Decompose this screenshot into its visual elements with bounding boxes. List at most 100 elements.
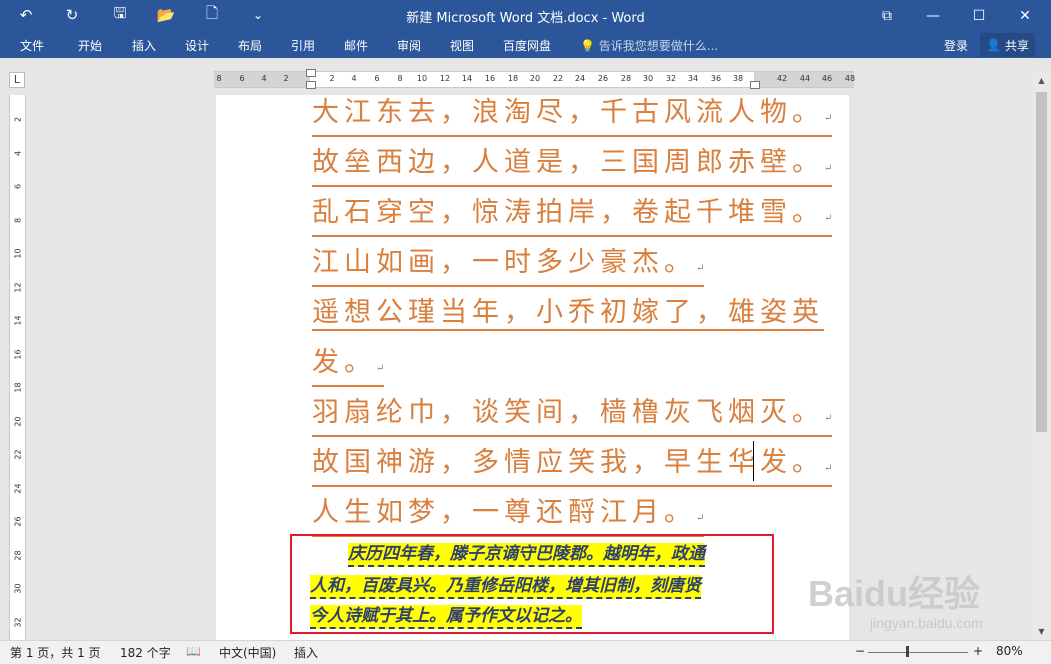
- share-button[interactable]: 👤 共享: [980, 33, 1035, 57]
- vertical-ruler-tick-label: 2: [13, 116, 23, 123]
- ruler-tick-label: 10: [416, 74, 428, 83]
- vertical-ruler-tick-label: 22: [13, 449, 23, 460]
- vertical-ruler-tick-label: 32: [13, 616, 23, 628]
- poem-line[interactable]: 大江东去，浪淘尽，千古风流人物。↵: [312, 98, 833, 137]
- ruler-tick-label: 42: [776, 74, 788, 83]
- person-icon: 👤: [986, 38, 1001, 52]
- ribbon-display-options-icon[interactable]: ⧉: [864, 0, 910, 32]
- tell-me-search[interactable]: 💡 告诉我您想要做什么...: [580, 37, 718, 54]
- tab-design[interactable]: 设计: [185, 37, 209, 54]
- ruler-tick-label: 12: [439, 74, 451, 83]
- zoom-in-button[interactable]: +: [973, 644, 983, 658]
- title-bar: ↶ ↻ 🖫 📂 🗋 ⌄ 新建 Microsoft Word 文档.docx - …: [0, 0, 1051, 32]
- ruler-tick-label: 14: [461, 74, 473, 83]
- ruler-tick-label: 6: [374, 74, 380, 83]
- ruler-tick-label: 8: [397, 74, 403, 83]
- vertical-ruler-tick-label: 26: [13, 516, 23, 527]
- tell-me-placeholder: 告诉我您想要做什么...: [598, 39, 719, 53]
- tab-view[interactable]: 视图: [450, 37, 474, 54]
- text-cursor: [753, 441, 754, 481]
- page-count[interactable]: 第 1 页，共 1 页: [10, 644, 101, 661]
- poem-line[interactable]: 故国神游，多情应笑我，早生华发。↵: [312, 448, 833, 487]
- ruler-tick-label: 4: [261, 74, 267, 83]
- tab-layout[interactable]: 布局: [238, 37, 262, 54]
- vertical-ruler-tick-label: 20: [13, 415, 23, 427]
- ruler-tick-label: 38: [732, 74, 744, 83]
- ruler-tick-label: 26: [597, 74, 609, 83]
- ruler-tick-label: 4: [351, 74, 357, 83]
- ruler-tick-label: 6: [239, 74, 245, 83]
- vertical-ruler-tick-label: 6: [13, 183, 23, 190]
- ruler-tick-label: 8: [216, 74, 222, 83]
- vertical-ruler[interactable]: 2 4 6 8 10 12 14 16 18 20 22 24 26 28 30 32: [9, 95, 26, 640]
- zoom-out-button[interactable]: −: [855, 644, 865, 658]
- ruler-tick-label: 46: [821, 74, 833, 83]
- poem-line[interactable]: 江山如画，一时多少豪杰。↵: [312, 248, 705, 287]
- vertical-ruler-tick-label: 12: [13, 281, 23, 293]
- minimize-icon[interactable]: —: [910, 0, 956, 32]
- status-bar: 第 1 页，共 1 页 182 个字 📖 中文(中国) 插入 − + 80%: [0, 640, 1051, 664]
- vertical-ruler-tick-label: 8: [13, 217, 23, 223]
- vertical-ruler-tick-label: 16: [13, 348, 23, 360]
- poem-line[interactable]: 乱石穿空，惊涛拍岸，卷起千堆雪。↵: [312, 198, 833, 237]
- vertical-ruler-tick-label: 24: [13, 482, 23, 494]
- login-button[interactable]: 登录: [944, 37, 968, 54]
- ruler-tick-label: 34: [687, 74, 699, 83]
- share-label: 共享: [1004, 38, 1029, 53]
- insert-mode-indicator[interactable]: 插入: [294, 644, 318, 661]
- maximize-icon[interactable]: ☐: [956, 0, 1002, 32]
- zoom-slider[interactable]: [868, 652, 968, 653]
- close-icon[interactable]: ✕: [1002, 0, 1048, 32]
- poem-line[interactable]: 故垒西边，人道是，三国周郎赤壁。↵: [312, 148, 833, 187]
- right-indent-marker[interactable]: [750, 81, 760, 89]
- tab-insert[interactable]: 插入: [132, 37, 156, 54]
- ruler-tick-label: 16: [484, 74, 496, 83]
- ruler-tick-label: 36: [710, 74, 722, 83]
- baidu-watermark: Baidu经验: [808, 573, 981, 614]
- ruler-tick-label: 32: [665, 74, 677, 83]
- poem-line[interactable]: 遥想公瑾当年，小乔初嫁了，雄姿英: [312, 298, 824, 331]
- scrollbar-thumb[interactable]: [1036, 92, 1047, 432]
- tab-review[interactable]: 审阅: [397, 37, 421, 54]
- ruler-tick-label: 28: [620, 74, 632, 83]
- zoom-slider-thumb[interactable]: [906, 646, 909, 657]
- vertical-ruler-tick-label: 30: [13, 583, 23, 594]
- baidu-watermark-url: jingyan.baidu.com: [870, 615, 983, 631]
- tab-home[interactable]: 开始: [78, 37, 102, 54]
- poem-line[interactable]: 发。↵: [312, 348, 385, 387]
- ruler-tick-label: 22: [552, 74, 564, 83]
- first-line-indent-marker[interactable]: [306, 69, 316, 77]
- tab-references[interactable]: 引用: [291, 37, 315, 54]
- poem-line[interactable]: 人生如梦，一尊还酹江月。↵: [312, 498, 705, 537]
- vertical-ruler-tick-label: 4: [13, 150, 23, 156]
- lightbulb-icon: 💡: [580, 39, 595, 53]
- vertical-ruler-tick-label: 18: [13, 382, 23, 393]
- zoom-level[interactable]: 80%: [996, 644, 1023, 658]
- poem-line[interactable]: 羽扇纶巾，谈笑间，樯橹灰飞烟灭。↵: [312, 398, 833, 437]
- horizontal-ruler[interactable]: 8 6 4 2 2 4 6 8 10 12 14 16 18 20 22 24 26 28 30 32 34 36 38 42…: [214, 69, 855, 89]
- tab-file[interactable]: 文件: [20, 37, 44, 54]
- prose-line[interactable]: 庆历四年春，滕子京谪守巴陵郡。越明年，政通: [348, 543, 705, 567]
- ruler-tick-label: 2: [329, 74, 335, 83]
- tab-mailings[interactable]: 邮件: [344, 37, 368, 54]
- left-indent-marker[interactable]: [306, 81, 316, 89]
- tab-selector[interactable]: L: [9, 72, 25, 88]
- prose-line[interactable]: 人和，百废具兴。乃重修岳阳楼，增其旧制，刻唐贤: [310, 575, 701, 599]
- word-count[interactable]: 182 个字: [120, 644, 171, 661]
- vertical-ruler-tick-label: 28: [13, 549, 23, 561]
- vertical-ruler-tick-label: 10: [13, 248, 23, 259]
- ruler-tick-label: 30: [642, 74, 654, 83]
- ruler-tick-label: 2: [283, 74, 289, 83]
- tab-baidu-netdisk[interactable]: 百度网盘: [503, 37, 551, 54]
- ruler-tick-label: 44: [799, 74, 811, 83]
- prose-line[interactable]: 今人诗赋于其上。属予作文以记之。: [310, 605, 582, 629]
- ruler-tick-label: 18: [507, 74, 519, 83]
- ruler-tick-label: 24: [574, 74, 586, 83]
- proofing-icon[interactable]: 📖: [186, 644, 201, 658]
- scroll-up-icon[interactable]: ▲: [1033, 76, 1050, 85]
- ruler-tick-label: 20: [529, 74, 541, 83]
- vertical-scrollbar[interactable]: ▲ ▼: [1033, 72, 1050, 640]
- vertical-ruler-tick-label: 14: [13, 315, 23, 326]
- scroll-down-icon[interactable]: ▼: [1033, 627, 1050, 636]
- language-indicator[interactable]: 中文(中国): [219, 644, 276, 661]
